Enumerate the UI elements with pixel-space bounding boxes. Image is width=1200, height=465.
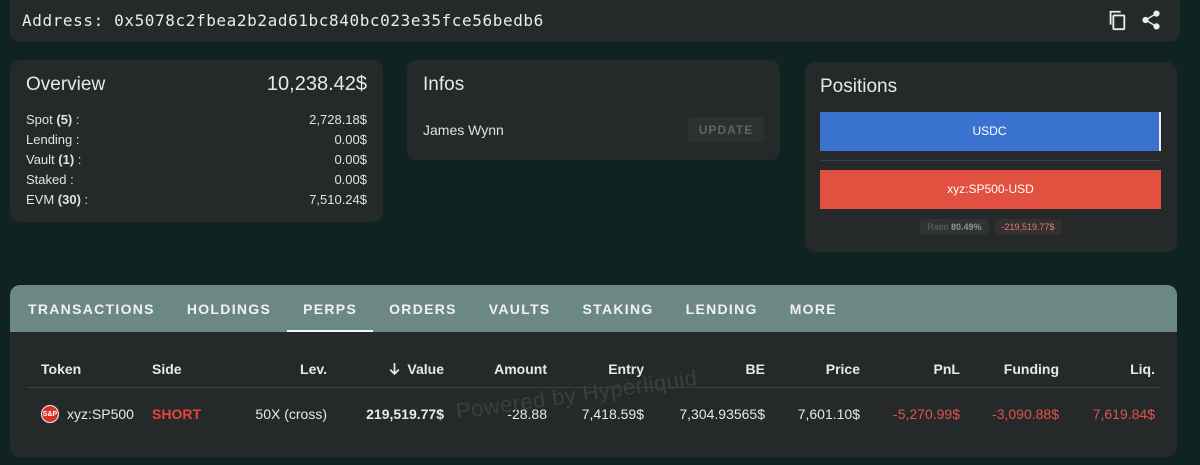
sort-arrow-down-icon xyxy=(388,361,401,377)
overview-row-value: 7,510.24$ xyxy=(309,192,367,207)
copy-icon[interactable] xyxy=(1106,9,1128,31)
ratio-value: 80.49% xyxy=(950,222,982,232)
cell-lev: 50X (cross) xyxy=(255,406,327,422)
tab-holdings[interactable]: HOLDINGS xyxy=(171,285,287,332)
header-price[interactable]: Price xyxy=(765,361,860,377)
address-bar: Address: 0x5078c2fbea2b2ad61bc840bc023e3… xyxy=(10,0,1180,42)
header-value[interactable]: Value xyxy=(327,361,444,377)
perps-table: Token Side Lev. Value Amount Entry BE Pr… xyxy=(27,350,1160,440)
overview-row-label: EVM (30) : xyxy=(26,192,89,207)
cell-be: 7,304.93565$ xyxy=(679,406,765,422)
cell-entry: 7,418.59$ xyxy=(581,406,644,422)
overview-row-label: Staked : xyxy=(26,172,74,187)
overview-row-label: Lending : xyxy=(26,132,80,147)
overview-row: Lending : 0.00$ xyxy=(26,130,367,150)
cell-amount: -28.88 xyxy=(507,406,547,422)
header-token[interactable]: Token xyxy=(27,361,152,377)
tab-perps[interactable]: PERPS xyxy=(287,285,374,332)
overview-total: 10,238.42$ xyxy=(266,73,367,95)
overview-row: EVM (30) : 7,510.24$ xyxy=(26,190,367,210)
header-entry[interactable]: Entry xyxy=(547,361,644,377)
ratio-chip: Ratio 80.49% xyxy=(920,219,989,235)
infos-name: James Wynn xyxy=(423,122,504,138)
positions-divider xyxy=(820,160,1161,161)
header-pnl[interactable]: PnL xyxy=(860,361,960,377)
tab-orders[interactable]: ORDERS xyxy=(373,285,473,332)
main-panel: TRANSACTIONS HOLDINGS PERPS ORDERS VAULTS STA… xyxy=(10,285,1177,457)
overview-row-count: (30) xyxy=(57,192,81,207)
address-label: Address: xyxy=(22,11,104,30)
tab-more[interactable]: MORE xyxy=(774,285,853,332)
positions-pnl-chip: -219,519.77$ xyxy=(994,219,1062,235)
address-text: Address: 0x5078c2fbea2b2ad61bc840bc023e3… xyxy=(22,11,544,30)
overview-row-value: 0.00$ xyxy=(334,152,367,167)
overview-row-label-text: Staked xyxy=(26,172,67,187)
infos-title: Infos xyxy=(423,74,465,95)
position-bar-short[interactable]: xyz:SP500-USD xyxy=(820,170,1161,209)
update-button[interactable]: UPDATE xyxy=(688,117,764,143)
overview-title: Overview xyxy=(26,74,106,95)
header-amount[interactable]: Amount xyxy=(444,361,547,377)
overview-row: Vault (1) : 0.00$ xyxy=(26,150,367,170)
overview-row-label-text: Spot xyxy=(26,112,53,127)
share-icon[interactable] xyxy=(1140,9,1162,31)
sp500-token-icon: S&P xyxy=(41,405,59,423)
overview-row-label-text: Vault xyxy=(26,152,55,167)
overview-row-label: Vault (1) : xyxy=(26,152,82,167)
positions-card: Positions USDC xyz:SP500-USD Ratio 80.49… xyxy=(805,62,1177,252)
tab-lending[interactable]: LENDING xyxy=(670,285,774,332)
header-be[interactable]: BE xyxy=(644,361,765,377)
position-bar-long[interactable]: USDC xyxy=(820,112,1161,151)
overview-row-label-text: Lending xyxy=(26,132,73,147)
cell-token: S&P xyz:SP500 xyxy=(27,405,152,423)
cell-pnl: -5,270.99$ xyxy=(893,406,960,422)
cell-value: 219,519.77$ xyxy=(366,406,444,422)
positions-title: Positions xyxy=(820,76,898,97)
cell-liq: 7,619.84$ xyxy=(1092,406,1155,422)
overview-row-label-text: EVM xyxy=(26,192,55,207)
overview-card: Overview 10,238.42$ Spot (5) : 2,728.18$ L… xyxy=(10,60,383,222)
header-value-label: Value xyxy=(407,360,444,377)
header-lev[interactable]: Lev. xyxy=(222,361,327,377)
header-liq[interactable]: Liq. xyxy=(1059,361,1155,377)
infos-card: Infos James Wynn UPDATE xyxy=(407,60,780,160)
overview-rows: Spot (5) :2,728.18$ Lending :0.00$ Vault (… xyxy=(26,110,367,210)
cell-price: 7,601.10$ xyxy=(797,406,860,422)
tab-transactions[interactable]: TRANSACTIONS xyxy=(12,285,171,332)
tab-vaults[interactable]: VAULTS xyxy=(473,285,567,332)
table-header: Token Side Lev. Value Amount Entry BE Pr… xyxy=(27,350,1160,388)
tab-bar: TRANSACTIONS HOLDINGS PERPS ORDERS VAULTS STA… xyxy=(10,285,1177,332)
token-name: xyz:SP500 xyxy=(67,406,134,422)
overview-row-count: (5) xyxy=(56,112,73,127)
address-value[interactable]: 0x5078c2fbea2b2ad61bc840bc023e35fce56bed… xyxy=(114,11,544,30)
ratio-label: Ratio xyxy=(927,222,949,232)
overview-row-count: (1) xyxy=(58,152,75,167)
overview-row-value: 0.00$ xyxy=(334,132,367,147)
overview-row: Staked : 0.00$ xyxy=(26,170,367,190)
cell-side: SHORT xyxy=(152,406,201,422)
overview-row-label: Spot (5) : xyxy=(26,112,80,127)
header-side[interactable]: Side xyxy=(152,361,222,377)
overview-row-value: 0.00$ xyxy=(334,172,367,187)
overview-row: Spot (5) : 2,728.18$ xyxy=(26,110,367,130)
cell-funding: -3,090.88$ xyxy=(992,406,1059,422)
overview-row-value: 2,728.18$ xyxy=(309,112,367,127)
header-funding[interactable]: Funding xyxy=(960,361,1059,377)
table-row[interactable]: S&P xyz:SP500 SHORT 50X (cross) 219,519.… xyxy=(27,388,1160,440)
tab-staking[interactable]: STAKING xyxy=(567,285,670,332)
